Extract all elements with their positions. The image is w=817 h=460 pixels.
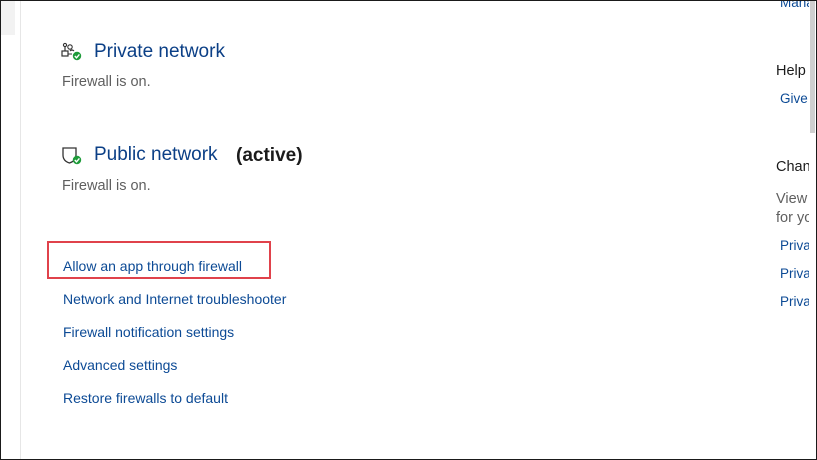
public-network-icon	[61, 146, 83, 166]
change-body-line-1: View a	[776, 191, 809, 207]
scrollbar-thumb[interactable]	[810, 1, 815, 133]
public-network-title[interactable]: Public network	[94, 144, 218, 166]
left-gutter-shade	[1, 1, 15, 35]
firewall-settings-window: Private network Firewall is on. Public n…	[0, 0, 817, 460]
help-heading: Help i	[776, 63, 809, 79]
private-network-status: Firewall is on.	[62, 74, 151, 90]
left-gutter	[1, 1, 21, 459]
private-network-title[interactable]: Private network	[94, 41, 225, 63]
restore-firewalls-default-link[interactable]: Restore firewalls to default	[63, 390, 228, 406]
firewall-notification-settings-link[interactable]: Firewall notification settings	[63, 324, 234, 340]
right-panel-top-link[interactable]: Mana	[780, 1, 809, 10]
privacy-link-2[interactable]: Privac	[780, 266, 809, 281]
public-network-status: Firewall is on.	[62, 178, 151, 194]
change-heading: Chang	[776, 159, 809, 175]
privacy-link-1[interactable]: Privac	[780, 238, 809, 253]
help-link[interactable]: Give u	[780, 91, 809, 106]
right-side-panel: Mana Help i Give u Chang View a for yo P…	[776, 1, 809, 459]
change-body-line-2: for yo	[776, 210, 809, 226]
allow-app-through-firewall-link[interactable]: Allow an app through firewall	[63, 258, 242, 274]
vertical-scrollbar[interactable]	[809, 1, 816, 459]
advanced-settings-link[interactable]: Advanced settings	[63, 357, 177, 373]
private-network-icon	[61, 42, 83, 62]
network-troubleshooter-link[interactable]: Network and Internet troubleshooter	[63, 291, 286, 307]
active-network-label: (active)	[236, 145, 303, 166]
privacy-link-3[interactable]: Privac	[780, 294, 809, 309]
